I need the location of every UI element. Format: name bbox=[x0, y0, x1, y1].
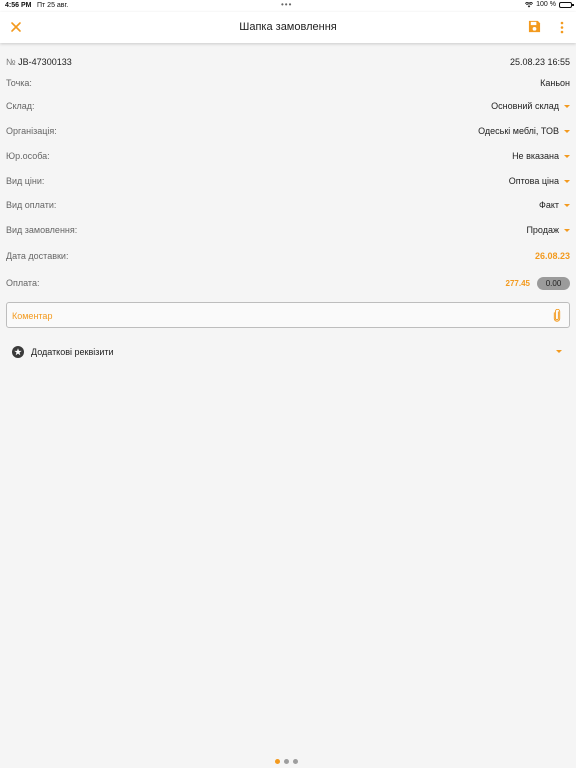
field-label: Оплата: bbox=[6, 278, 40, 288]
field-label: Юр.особа: bbox=[6, 151, 50, 161]
field-delivery-date[interactable]: Дата доставки: 26.08.23 bbox=[6, 249, 570, 263]
payment-values: 277.45 0.00 bbox=[505, 276, 570, 290]
field-label: Організація: bbox=[6, 126, 57, 136]
comment-input[interactable]: Коментар bbox=[6, 302, 570, 328]
field-label: Склад: bbox=[6, 101, 35, 111]
payment-paid-button[interactable]: 0.00 bbox=[537, 276, 570, 290]
dropdown-caret-icon bbox=[564, 130, 570, 133]
field-value: Каньон bbox=[540, 78, 570, 88]
order-datetime: 25.08.23 16:55 bbox=[509, 57, 570, 67]
dropdown-caret-icon bbox=[564, 180, 570, 183]
field-price-type[interactable]: Вид ціни: Оптова ціна bbox=[6, 174, 570, 188]
order-header-row: № JB-47300133 25.08.23 16:55 bbox=[6, 55, 570, 69]
status-time: 4:56 PM bbox=[5, 2, 32, 9]
field-label: Точка: bbox=[6, 78, 32, 88]
page-dot-active[interactable] bbox=[275, 759, 280, 764]
field-value: Продаж bbox=[526, 225, 570, 235]
page-dot[interactable] bbox=[293, 759, 298, 764]
status-bar: 4:56 PM Пт 25 авг. ••• 100 % bbox=[0, 0, 576, 12]
page-title: Шапка замовлення bbox=[239, 21, 337, 33]
field-payment: Оплата: 277.45 0.00 bbox=[6, 276, 570, 290]
field-point[interactable]: Точка: Каньон bbox=[6, 76, 570, 90]
field-label: Вид ціни: bbox=[6, 176, 45, 186]
payment-total: 277.45 bbox=[505, 278, 530, 288]
battery-percent: 100 % bbox=[536, 1, 556, 8]
field-value: Основний склад bbox=[491, 101, 570, 111]
field-value: Факт bbox=[539, 200, 570, 210]
extra-requisites-label: Додаткові реквізити bbox=[31, 347, 114, 357]
chevron-down-icon bbox=[556, 350, 562, 353]
page-dot[interactable] bbox=[284, 759, 289, 764]
field-value: Одеські меблі, ТОВ bbox=[478, 126, 570, 136]
order-number: № JB-47300133 bbox=[6, 57, 72, 67]
field-value: Оптова ціна bbox=[509, 176, 570, 186]
more-icon[interactable] bbox=[556, 21, 568, 34]
delivery-date-value[interactable]: 26.08.23 bbox=[535, 251, 570, 261]
comment-placeholder: Коментар bbox=[12, 311, 53, 321]
dropdown-caret-icon bbox=[564, 155, 570, 158]
extra-requisites-toggle[interactable]: Додаткові реквізити bbox=[12, 345, 562, 359]
dropdown-caret-icon bbox=[564, 229, 570, 232]
battery-icon bbox=[559, 1, 574, 8]
nav-bar: Шапка замовлення bbox=[0, 12, 576, 43]
field-label: Дата доставки: bbox=[6, 251, 69, 261]
paperclip-icon[interactable] bbox=[553, 309, 561, 322]
status-date: Пт 25 авг. bbox=[37, 2, 69, 9]
page-indicator bbox=[275, 759, 298, 764]
field-label: Вид замовлення: bbox=[6, 225, 78, 235]
field-value: Не вказана bbox=[512, 151, 570, 161]
field-payment-type[interactable]: Вид оплати: Факт bbox=[6, 198, 570, 212]
status-right: 100 % bbox=[525, 1, 574, 8]
field-order-type[interactable]: Вид замовлення: Продаж bbox=[6, 223, 570, 237]
multitasking-dots-icon[interactable]: ••• bbox=[281, 1, 292, 9]
save-icon[interactable] bbox=[528, 20, 541, 33]
star-icon bbox=[12, 346, 24, 358]
dropdown-caret-icon bbox=[564, 204, 570, 207]
field-label: Вид оплати: bbox=[6, 200, 57, 210]
field-legal-entity[interactable]: Юр.особа: Не вказана bbox=[6, 149, 570, 163]
wifi-icon bbox=[525, 1, 534, 7]
dropdown-caret-icon bbox=[564, 105, 570, 108]
field-warehouse[interactable]: Склад: Основний склад bbox=[6, 99, 570, 113]
field-organization[interactable]: Організація: Одеські меблі, ТОВ bbox=[6, 124, 570, 138]
